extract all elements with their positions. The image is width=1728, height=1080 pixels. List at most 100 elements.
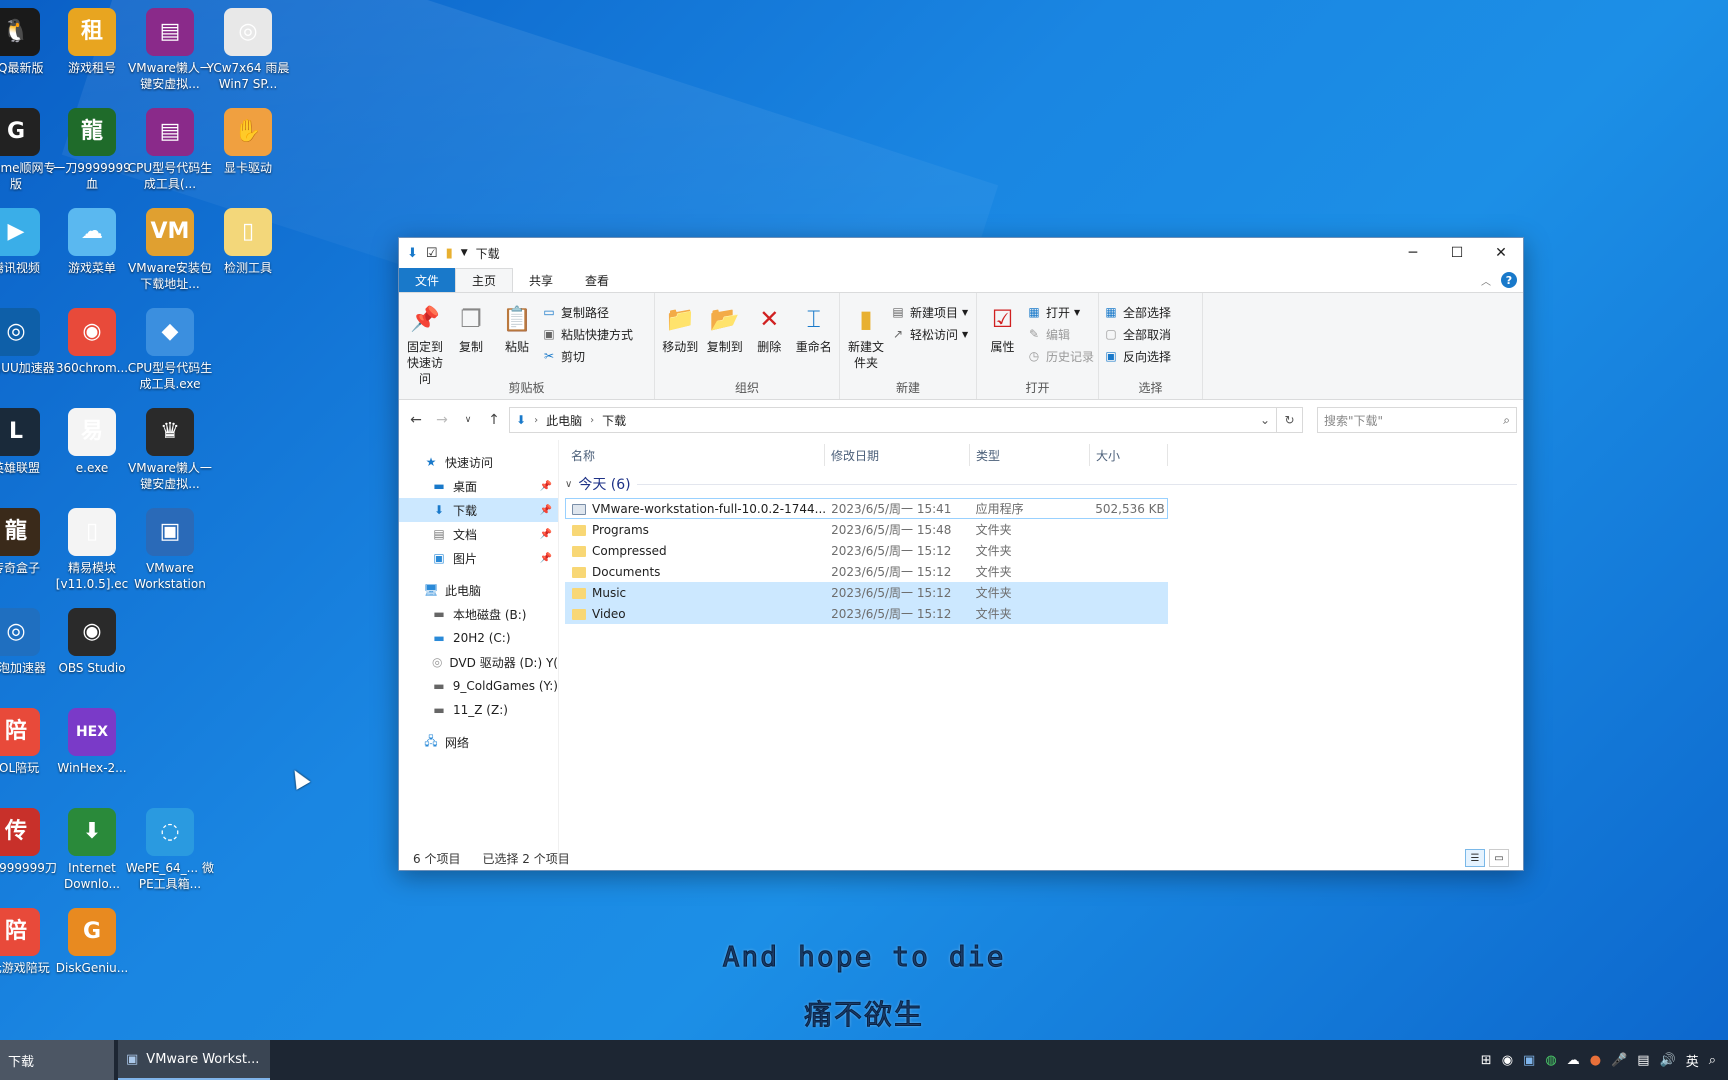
installer-file-icon: [572, 503, 586, 515]
new-item-button[interactable]: ▤ 新建项目 ▼: [890, 303, 968, 321]
desktop-icon-label: 游戏菜单: [67, 261, 116, 275]
nav-drive-b[interactable]: ▬ 本地磁盘 (B:): [399, 602, 558, 626]
app-icon: 龍: [68, 108, 116, 156]
nav-this-pc[interactable]: 🖥 此电脑: [399, 578, 558, 602]
desktop-icon-item[interactable]: ◉ 360chrom...: [48, 308, 136, 376]
nav-drive-y[interactable]: ▬ 9_ColdGames (Y:): [399, 674, 558, 698]
collapse-ribbon-icon[interactable]: ︿: [1481, 273, 1491, 288]
desktop-icon-item[interactable]: ▣ VMware Workstation: [126, 508, 214, 592]
desktop-icon-item[interactable]: 租游戏租号: [48, 8, 136, 76]
file-row[interactable]: VMware-workstation-full-10.0.2-1744... 20…: [565, 498, 1168, 519]
tray-search-icon[interactable]: ⌕: [1709, 1053, 1716, 1068]
back-arrow-icon[interactable]: ←: [405, 412, 427, 428]
nav-drive-z[interactable]: ▬ 11_Z (Z:): [399, 698, 558, 722]
easy-access-button[interactable]: ↗ 轻松访问 ▼: [890, 325, 968, 343]
tab-share[interactable]: 共享: [513, 268, 569, 292]
desktop-icon-item[interactable]: ▤ VMware懒人一键安虚拟...: [126, 8, 214, 92]
desktop-icon-item[interactable]: ⬇ Internet Downlo...: [48, 808, 136, 892]
system-tray: ⊞ ◉ ▣ ◍ ☁ ● 🎤 ▤ 🔊 英 ⌕: [1481, 1051, 1728, 1070]
taskbar-item-downloads[interactable]: 下载: [0, 1040, 114, 1080]
column-type[interactable]: 类型: [970, 444, 1090, 466]
new-item-dropdown-icon: ▼: [962, 307, 969, 317]
file-row[interactable]: Music 2023/6/5/周一 15:12 文件夹: [565, 582, 1168, 603]
tray-app-icon[interactable]: ●: [1590, 1053, 1601, 1068]
edit-button[interactable]: ✎ 编辑: [1026, 325, 1094, 343]
desktop-icon-item[interactable]: 易 e.exe: [48, 408, 136, 476]
tray-obs-icon[interactable]: ◉: [1502, 1053, 1513, 1068]
address-bar[interactable]: ⬇ › 此电脑 › 下载 ⌄: [509, 407, 1277, 433]
paste-shortcut-button[interactable]: ▣ 粘贴快捷方式: [541, 325, 633, 343]
desktop-icon-item[interactable]: HEX WinHex-2...: [48, 708, 136, 776]
up-arrow-icon[interactable]: ↑: [483, 412, 505, 428]
desktop-icon-item[interactable]: ✋ 显卡驱动: [204, 108, 292, 176]
nav-network[interactable]: 🖧 网络: [399, 730, 558, 754]
tray-network-icon[interactable]: ▤: [1637, 1053, 1649, 1068]
minimize-button[interactable]: ─: [1391, 238, 1435, 268]
details-view-button[interactable]: ☰: [1465, 849, 1485, 867]
copy-path-button[interactable]: ▭ 复制路径: [541, 303, 633, 321]
search-input[interactable]: 搜索"下载" ⌕: [1317, 407, 1517, 433]
customize-dropdown-icon[interactable]: ▼: [461, 248, 468, 258]
tray-network-share-icon[interactable]: ⊞: [1481, 1053, 1492, 1068]
desktop-icon-label: e.exe: [75, 461, 109, 475]
column-date[interactable]: 修改日期: [825, 444, 970, 466]
desktop-icon-item[interactable]: ◉ OBS Studio: [48, 608, 136, 676]
forward-arrow-icon[interactable]: →: [431, 412, 453, 428]
column-name[interactable]: 名称: [565, 444, 825, 466]
desktop-icon-item[interactable]: ◆ CPU型号代码生成工具.exe: [126, 308, 214, 392]
column-size[interactable]: 大小: [1090, 444, 1168, 466]
nav-downloads[interactable]: ⬇ 下载 📌: [399, 498, 558, 522]
recent-dropdown-icon[interactable]: ∨: [457, 415, 479, 425]
tray-wechat-icon[interactable]: ◍: [1545, 1053, 1556, 1068]
ime-indicator[interactable]: 英: [1686, 1051, 1699, 1070]
desktop-icon-item[interactable]: ♛ VMware懒人一键安虚拟...: [126, 408, 214, 492]
maximize-button[interactable]: ☐: [1435, 238, 1479, 268]
download-arrow-icon[interactable]: ⬇: [407, 246, 418, 261]
nav-documents[interactable]: ▤ 文档 📌: [399, 522, 558, 546]
app-icon: ☁: [68, 208, 116, 256]
select-none-button[interactable]: ▢ 全部取消: [1103, 325, 1171, 343]
select-all-button[interactable]: ▦ 全部选择: [1103, 303, 1171, 321]
close-button[interactable]: ✕: [1479, 238, 1523, 268]
group-header[interactable]: ∨ 今天 (6): [565, 470, 1517, 498]
desktop-icon-item[interactable]: 龍一刀9999999血: [48, 108, 136, 192]
breadcrumb-downloads[interactable]: 下载: [602, 412, 626, 429]
large-icons-view-button[interactable]: ▭: [1489, 849, 1509, 867]
new-folder-icon[interactable]: ▮: [446, 246, 453, 261]
tray-cloud-icon[interactable]: ☁: [1567, 1053, 1580, 1068]
help-icon[interactable]: ?: [1501, 272, 1517, 288]
invert-selection-button[interactable]: ▣ 反向选择: [1103, 347, 1171, 365]
file-row[interactable]: Video 2023/6/5/周一 15:12 文件夹: [565, 603, 1168, 624]
desktop-icon-item[interactable]: VM VMware安装包下载地址...: [126, 208, 214, 292]
tab-home[interactable]: 主页: [455, 268, 514, 292]
file-row[interactable]: Programs 2023/6/5/周一 15:48 文件夹: [565, 519, 1168, 540]
desktop-icon-item[interactable]: ▤ CPU型号代码生成工具(...: [126, 108, 214, 192]
nav-drive-d[interactable]: ◎ DVD 驱动器 (D:) Y(: [399, 650, 558, 674]
tab-file[interactable]: 文件: [399, 268, 456, 292]
tray-microphone-icon[interactable]: 🎤: [1611, 1053, 1627, 1068]
history-button[interactable]: ◷ 历史记录: [1026, 347, 1094, 365]
breadcrumb-separator-icon: ›: [534, 414, 539, 426]
nav-quick-access[interactable]: ★ 快速访问: [399, 450, 558, 474]
file-row[interactable]: Documents 2023/6/5/周一 15:12 文件夹: [565, 561, 1168, 582]
delete-x-icon: ✕: [759, 305, 780, 333]
tab-view[interactable]: 查看: [569, 268, 625, 292]
cut-button[interactable]: ✂ 剪切: [541, 347, 633, 365]
nav-drive-c[interactable]: ▬ 20H2 (C:): [399, 626, 558, 650]
desktop-icon-item[interactable]: ▯ 精易模块[v11.0.5].ec: [48, 508, 136, 592]
nav-pictures[interactable]: ▣ 图片 📌: [399, 546, 558, 570]
tray-volume-icon[interactable]: 🔊: [1660, 1053, 1676, 1068]
taskbar-item-vmware[interactable]: ▣ VMware Workst...: [118, 1040, 270, 1080]
desktop-icon-item[interactable]: ☁ 游戏菜单: [48, 208, 136, 276]
tray-vmware-icon[interactable]: ▣: [1523, 1053, 1535, 1068]
desktop-icon-item[interactable]: ▯ 检测工具: [204, 208, 292, 276]
file-row[interactable]: Compressed 2023/6/5/周一 15:12 文件夹: [565, 540, 1168, 561]
refresh-button[interactable]: ↻: [1277, 407, 1303, 433]
desktop-icon-item[interactable]: ◎ YCw7x64 雨晨Win7 SP...: [204, 8, 292, 92]
address-dropdown-icon[interactable]: ⌄: [1260, 413, 1270, 427]
properties-check-icon[interactable]: ☑: [426, 246, 438, 261]
desktop-icon-item[interactable]: ◌ WePE_64_... 微PE工具箱...: [126, 808, 214, 892]
breadcrumb-this-pc[interactable]: 此电脑: [546, 412, 582, 429]
open-button[interactable]: ▦ 打开 ▼: [1026, 303, 1094, 321]
nav-desktop[interactable]: ▬ 桌面 📌: [399, 474, 558, 498]
